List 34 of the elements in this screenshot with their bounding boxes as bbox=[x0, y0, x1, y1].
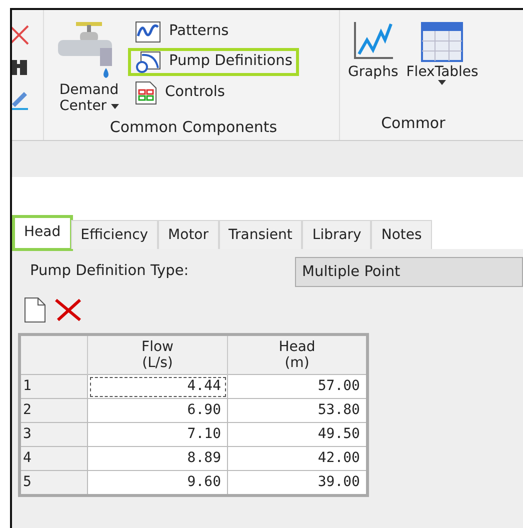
ribbon-button[interactable]: Graphs bbox=[346, 18, 400, 112]
new-document-icon[interactable] bbox=[24, 297, 46, 323]
field-label: Pump Definition Type: bbox=[30, 262, 190, 282]
table-cell[interactable]: 57.00 bbox=[228, 374, 368, 399]
pump-icon bbox=[135, 51, 161, 73]
tab[interactable]: Transient bbox=[218, 220, 302, 249]
tab[interactable]: Notes bbox=[371, 220, 432, 249]
table-icon bbox=[420, 20, 464, 64]
ribbon-button[interactable]: FlexTables bbox=[404, 18, 480, 112]
tab[interactable]: Motor bbox=[158, 220, 219, 249]
row-header: 5 bbox=[20, 470, 88, 496]
table-cell[interactable]: 4.44 bbox=[88, 374, 228, 399]
row-header: 4 bbox=[20, 446, 88, 471]
row-header: 1 bbox=[20, 374, 88, 399]
delete-icon[interactable] bbox=[54, 298, 82, 322]
tab[interactable]: Efficiency bbox=[70, 220, 158, 249]
ribbon-button[interactable]: Patterns bbox=[128, 18, 300, 46]
tab[interactable]: Library bbox=[302, 220, 372, 249]
row-header: 2 bbox=[20, 398, 88, 423]
ribbon-button[interactable]: Controls bbox=[128, 78, 300, 108]
table-cell[interactable]: 8.89 bbox=[88, 446, 228, 471]
ribbon-button[interactable]: Pump Definitions bbox=[128, 48, 300, 76]
tab[interactable]: Head bbox=[14, 217, 71, 249]
table-cell[interactable]: 7.10 bbox=[88, 422, 228, 447]
group-title: Commor bbox=[380, 112, 446, 134]
table-cell[interactable]: 6.90 bbox=[88, 398, 228, 423]
pattern-icon bbox=[135, 21, 161, 43]
row-header: 3 bbox=[20, 422, 88, 447]
ribbon-button[interactable]: Demand Center bbox=[54, 18, 124, 116]
group-title: Common Components bbox=[108, 117, 278, 138]
column-header: Head (m) bbox=[228, 334, 368, 375]
column-header: Flow (L/s) bbox=[88, 334, 228, 375]
controls-icon bbox=[135, 81, 157, 105]
type-dropdown[interactable]: Multiple Point bbox=[295, 257, 523, 287]
